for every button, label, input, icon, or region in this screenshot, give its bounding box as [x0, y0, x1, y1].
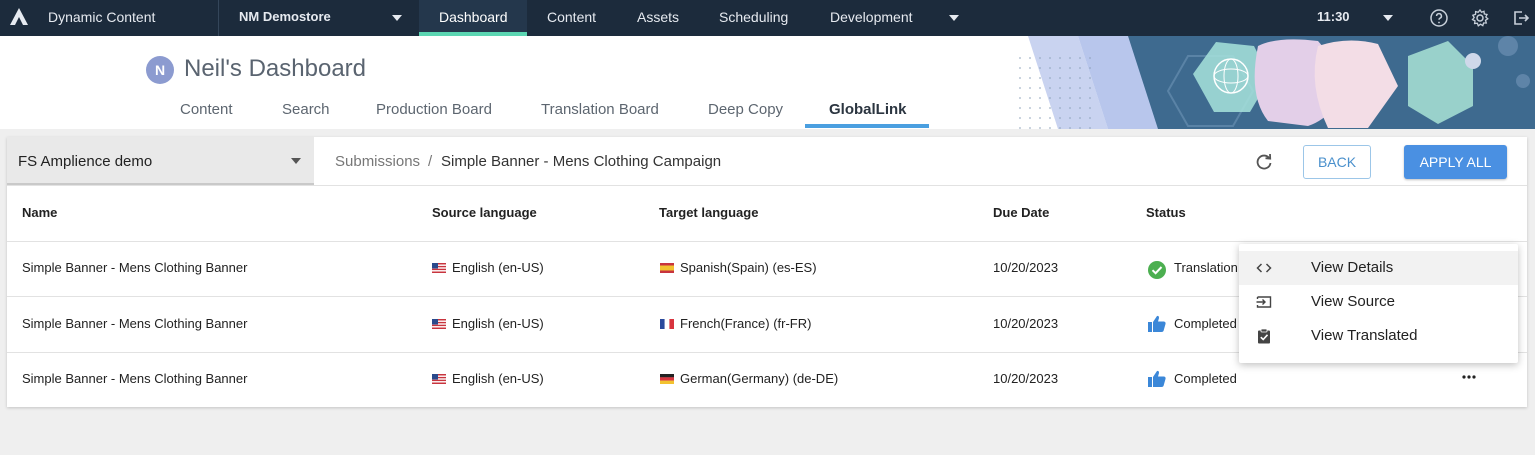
row-status: Completed — [1174, 371, 1237, 386]
nav-development[interactable]: Development — [830, 9, 913, 25]
hub-selector-chevron-down-icon[interactable] — [392, 15, 402, 21]
us-flag-icon — [432, 374, 446, 384]
thumbs-up-icon — [1148, 370, 1166, 387]
hub-selector-label[interactable]: NM Demostore — [239, 9, 331, 24]
row-name: Simple Banner - Mens Clothing Banner — [22, 316, 248, 331]
divider — [218, 0, 219, 36]
column-header-due-date[interactable]: Due Date — [993, 205, 1049, 220]
row-status: Translation — [1174, 260, 1238, 275]
help-icon[interactable] — [1429, 8, 1449, 28]
dashboard-header: N Neil's Dashboard Content Search Produc… — [0, 36, 1535, 129]
nav-assets[interactable]: Assets — [637, 9, 679, 25]
france-flag-icon — [660, 319, 674, 329]
us-flag-icon — [432, 319, 446, 329]
column-header-name[interactable]: Name — [22, 205, 57, 220]
row-name: Simple Banner - Mens Clothing Banner — [22, 371, 248, 386]
row-actions-menu: View Details View Source View Translated — [1239, 244, 1518, 363]
breadcrumb-separator: / — [428, 153, 433, 170]
row-due-date: 10/20/2023 — [993, 260, 1059, 275]
row-source-language: English (en-US) — [432, 260, 544, 275]
check-circle-icon — [1148, 261, 1166, 279]
breadcrumb-submissions[interactable]: Submissions — [335, 153, 420, 170]
row-name: Simple Banner - Mens Clothing Banner — [22, 260, 248, 275]
menu-item-view-source[interactable]: View Source — [1239, 285, 1518, 319]
tab-globallink[interactable]: GlobalLink — [829, 101, 907, 118]
import-icon — [1256, 296, 1272, 308]
clock-chevron-down-icon[interactable] — [1383, 15, 1393, 21]
tab-deep-copy[interactable]: Deep Copy — [708, 101, 783, 118]
nav-scheduling[interactable]: Scheduling — [719, 9, 788, 25]
page-title: Neil's Dashboard — [184, 55, 367, 82]
top-nav-bar: Dynamic Content NM Demostore Dashboard C… — [0, 0, 1535, 36]
row-status: Completed — [1174, 316, 1237, 331]
row-source-language: English (en-US) — [432, 371, 544, 386]
tab-translation-board[interactable]: Translation Board — [541, 101, 659, 118]
divider — [7, 241, 1527, 242]
decorative-banner-graphic — [1018, 36, 1535, 129]
row-target-language-text: French(France) (fr-FR) — [680, 316, 812, 331]
thumbs-up-icon — [1148, 315, 1166, 332]
divider — [7, 185, 1527, 186]
row-source-language-text: English (en-US) — [452, 260, 544, 275]
content-hub-chevron-down-icon — [291, 158, 301, 164]
column-header-target-language[interactable]: Target language — [659, 205, 758, 220]
tab-active-indicator — [805, 124, 929, 128]
menu-item-label: View Source — [1311, 293, 1395, 310]
spain-flag-icon — [660, 263, 674, 273]
content-hub-select-value: FS Amplience demo — [18, 153, 153, 170]
menu-item-view-details[interactable]: View Details — [1239, 251, 1518, 285]
nav-content[interactable]: Content — [547, 9, 596, 25]
code-icon — [1256, 263, 1272, 273]
tab-content[interactable]: Content — [180, 101, 233, 118]
row-source-language-text: English (en-US) — [452, 316, 544, 331]
menu-item-label: View Details — [1311, 259, 1394, 276]
menu-item-label: View Translated — [1311, 327, 1418, 344]
nav-dashboard[interactable]: Dashboard — [439, 9, 508, 25]
nav-more-chevron-down-icon[interactable] — [949, 15, 959, 21]
logout-icon[interactable] — [1511, 8, 1531, 28]
clock-time: 11:30 — [1317, 9, 1350, 24]
clipboard-check-icon — [1258, 328, 1270, 344]
row-target-language: Spanish(Spain) (es-ES) — [660, 260, 817, 275]
row-due-date: 10/20/2023 — [993, 371, 1059, 386]
row-due-date: 10/20/2023 — [993, 316, 1059, 331]
content-hub-select[interactable]: FS Amplience demo — [7, 137, 314, 185]
more-options-icon[interactable] — [1462, 374, 1476, 380]
tab-production-board[interactable]: Production Board — [376, 101, 492, 118]
row-target-language-text: German(Germany) (de-DE) — [680, 371, 839, 386]
column-header-source-language[interactable]: Source language — [432, 205, 537, 220]
menu-item-view-translated[interactable]: View Translated — [1239, 319, 1518, 353]
row-target-language: French(France) (fr-FR) — [660, 316, 811, 331]
us-flag-icon — [432, 263, 446, 273]
column-header-status[interactable]: Status — [1146, 205, 1186, 220]
amplience-logo-icon[interactable] — [8, 6, 30, 28]
row-target-language: German(Germany) (de-DE) — [660, 371, 838, 386]
apply-all-button[interactable]: APPLY ALL — [1404, 145, 1507, 179]
tab-search[interactable]: Search — [282, 101, 330, 118]
breadcrumb-current: Simple Banner - Mens Clothing Campaign — [441, 153, 722, 170]
row-target-language-text: Spanish(Spain) (es-ES) — [680, 260, 817, 275]
germany-flag-icon — [660, 374, 674, 384]
refresh-icon[interactable] — [1254, 152, 1274, 172]
row-source-language-text: English (en-US) — [452, 371, 544, 386]
settings-gear-icon[interactable] — [1470, 8, 1490, 28]
row-source-language: English (en-US) — [432, 316, 544, 331]
back-button[interactable]: BACK — [1303, 145, 1371, 179]
app-title: Dynamic Content — [48, 9, 156, 25]
avatar: N — [146, 56, 174, 84]
